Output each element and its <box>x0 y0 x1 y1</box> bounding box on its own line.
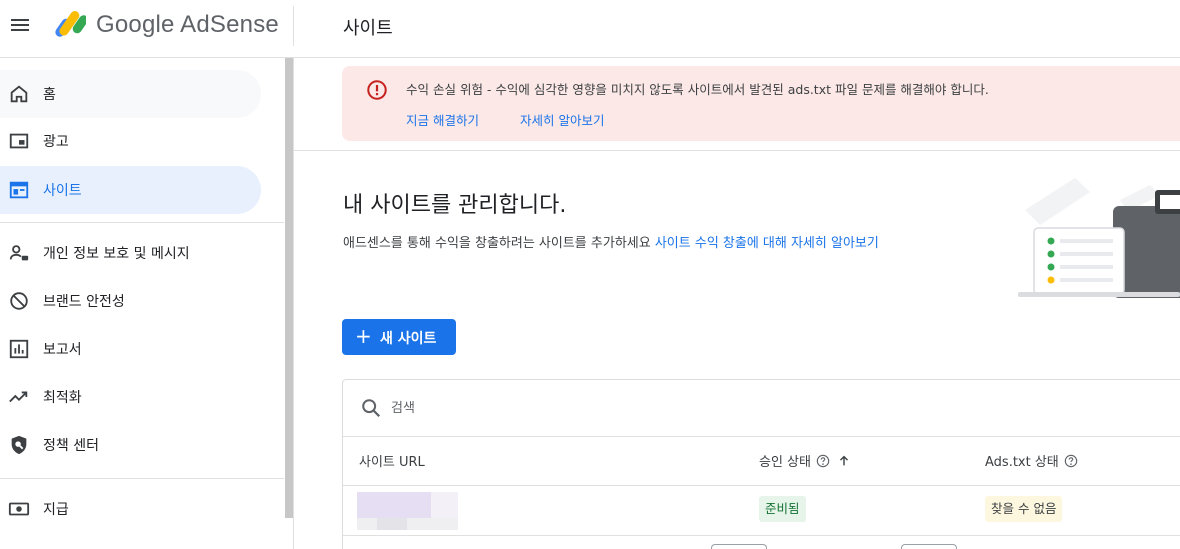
approval-status-badge: 준비됨 <box>759 496 806 522</box>
ads-txt-status-badge: 찾을 수 없음 <box>985 496 1063 522</box>
help-icon[interactable] <box>1064 454 1078 468</box>
column-header-label: 사이트 URL <box>359 455 425 470</box>
main-menu-button[interactable] <box>6 11 34 39</box>
sidebar-item-label: 홈 <box>43 87 56 103</box>
sidebar-item-label: 브랜드 안전성 <box>43 294 125 310</box>
sidebar-item-label: 최적화 <box>43 390 82 406</box>
sidebar-divider <box>0 222 284 223</box>
sidebar-item-ads[interactable]: 광고 <box>0 117 261 165</box>
sidebar-item-payments[interactable]: 지급 <box>0 485 261 533</box>
sidebar-item-policy-center[interactable]: 정책 센터 <box>0 421 261 469</box>
reports-icon <box>9 339 29 359</box>
description-text: 애드센스를 통해 수익을 창출하려는 사이트를 추가하세요 <box>343 236 651 251</box>
page-title: 사이트 <box>343 18 393 39</box>
sidebar-item-label: 지급 <box>43 502 69 518</box>
payments-icon <box>8 502 30 516</box>
sidebar-item-label: 광고 <box>43 134 69 150</box>
table-row-divider <box>343 485 1180 486</box>
content-divider <box>294 150 1180 151</box>
new-site-button-label: 새 사이트 <box>380 331 437 347</box>
top-app-bar: Google AdSense 사이트 <box>0 0 1180 58</box>
sidebar-item-label: 개인 정보 보호 및 메시지 <box>43 246 190 262</box>
row-action-box[interactable] <box>901 544 957 549</box>
search-icon <box>362 399 381 418</box>
add-icon: + <box>355 324 372 348</box>
privacy-messaging-icon <box>9 245 29 261</box>
column-header-label: Ads.txt 상태 <box>985 455 1059 470</box>
sidebar-item-home[interactable]: 홈 <box>0 70 261 118</box>
page-description: 애드센스를 통해 수익을 창출하려는 사이트를 추가하세요 사이트 수익 창출에… <box>343 232 879 251</box>
sidebar-divider <box>0 478 284 479</box>
optimization-icon <box>9 391 28 403</box>
learn-more-link[interactable]: 자세히 알아보기 <box>520 110 604 129</box>
column-header-ads-txt-status[interactable]: Ads.txt 상태 <box>985 451 1078 470</box>
sidebar-item-privacy-messaging[interactable]: 개인 정보 보호 및 메시지 <box>0 229 261 277</box>
learn-monetization-link[interactable]: 사이트 수익 창출에 대해 자세히 알아보기 <box>655 236 879 251</box>
site-url-redacted <box>357 492 458 530</box>
fix-now-link[interactable]: 지금 해결하기 <box>406 110 479 129</box>
search-input[interactable] <box>391 396 691 420</box>
new-site-button[interactable]: + 새 사이트 <box>342 319 456 355</box>
sites-illustration <box>1018 178 1180 298</box>
brand-safety-icon <box>10 292 28 310</box>
column-header-site-url[interactable]: 사이트 URL <box>359 451 425 470</box>
brand-name: Google AdSense <box>96 11 279 38</box>
sidebar-item-brand-safety[interactable]: 브랜드 안전성 <box>0 277 261 325</box>
sidebar-item-label: 사이트 <box>43 183 82 199</box>
sidebar-border <box>293 58 294 549</box>
ads-txt-alert-banner: 수익 손실 위험 - 수익에 심각한 영향을 미치지 않도록 사이트에서 발견된… <box>342 66 1180 141</box>
alert-message: 수익 손실 위험 - 수익에 심각한 영향을 미치지 않도록 사이트에서 발견된… <box>406 82 989 97</box>
error-icon <box>367 80 387 100</box>
adsense-logo-icon <box>55 11 86 37</box>
sites-icon <box>9 181 29 199</box>
help-icon[interactable] <box>816 454 830 468</box>
column-header-label: 승인 상태 <box>759 455 811 470</box>
ads-icon <box>9 133 29 149</box>
page-heading: 내 사이트를 관리합니다. <box>343 193 567 218</box>
brand-divider <box>293 6 294 46</box>
sidebar-item-label: 보고서 <box>43 342 82 358</box>
row-action-box[interactable] <box>711 544 767 549</box>
policy-center-icon <box>11 435 27 455</box>
table-row-divider <box>343 535 1180 536</box>
sites-table-card: 사이트 URL 승인 상태 Ads.txt 상태 준비됨 찾을 수 없음 <box>342 379 1180 549</box>
sidebar-item-label: 정책 센터 <box>43 438 99 454</box>
column-header-approval-status[interactable]: 승인 상태 <box>759 451 851 470</box>
sidebar-item-optimization[interactable]: 최적화 <box>0 373 261 421</box>
table-header-divider <box>343 436 1180 437</box>
sort-ascending-icon[interactable] <box>837 454 851 468</box>
sidebar-item-sites[interactable]: 사이트 <box>0 166 261 214</box>
home-icon <box>10 85 28 103</box>
sidebar-item-reports[interactable]: 보고서 <box>0 325 261 373</box>
